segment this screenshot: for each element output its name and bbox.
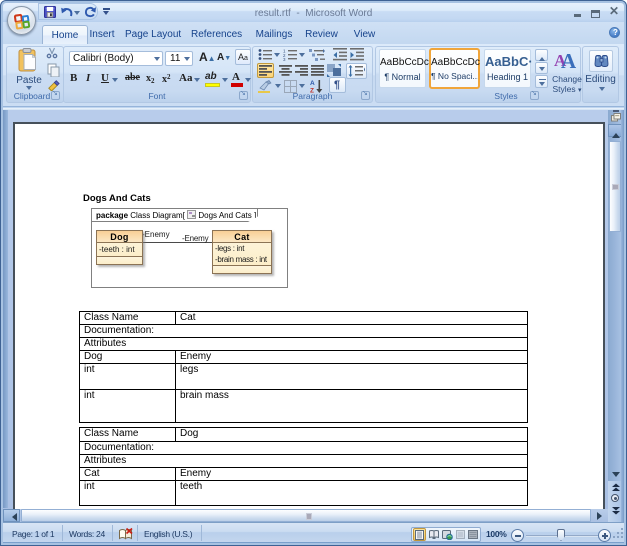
svg-text:A: A [310, 80, 315, 87]
svg-text:Z: Z [310, 88, 314, 94]
svg-text:3: 3 [283, 57, 286, 61]
